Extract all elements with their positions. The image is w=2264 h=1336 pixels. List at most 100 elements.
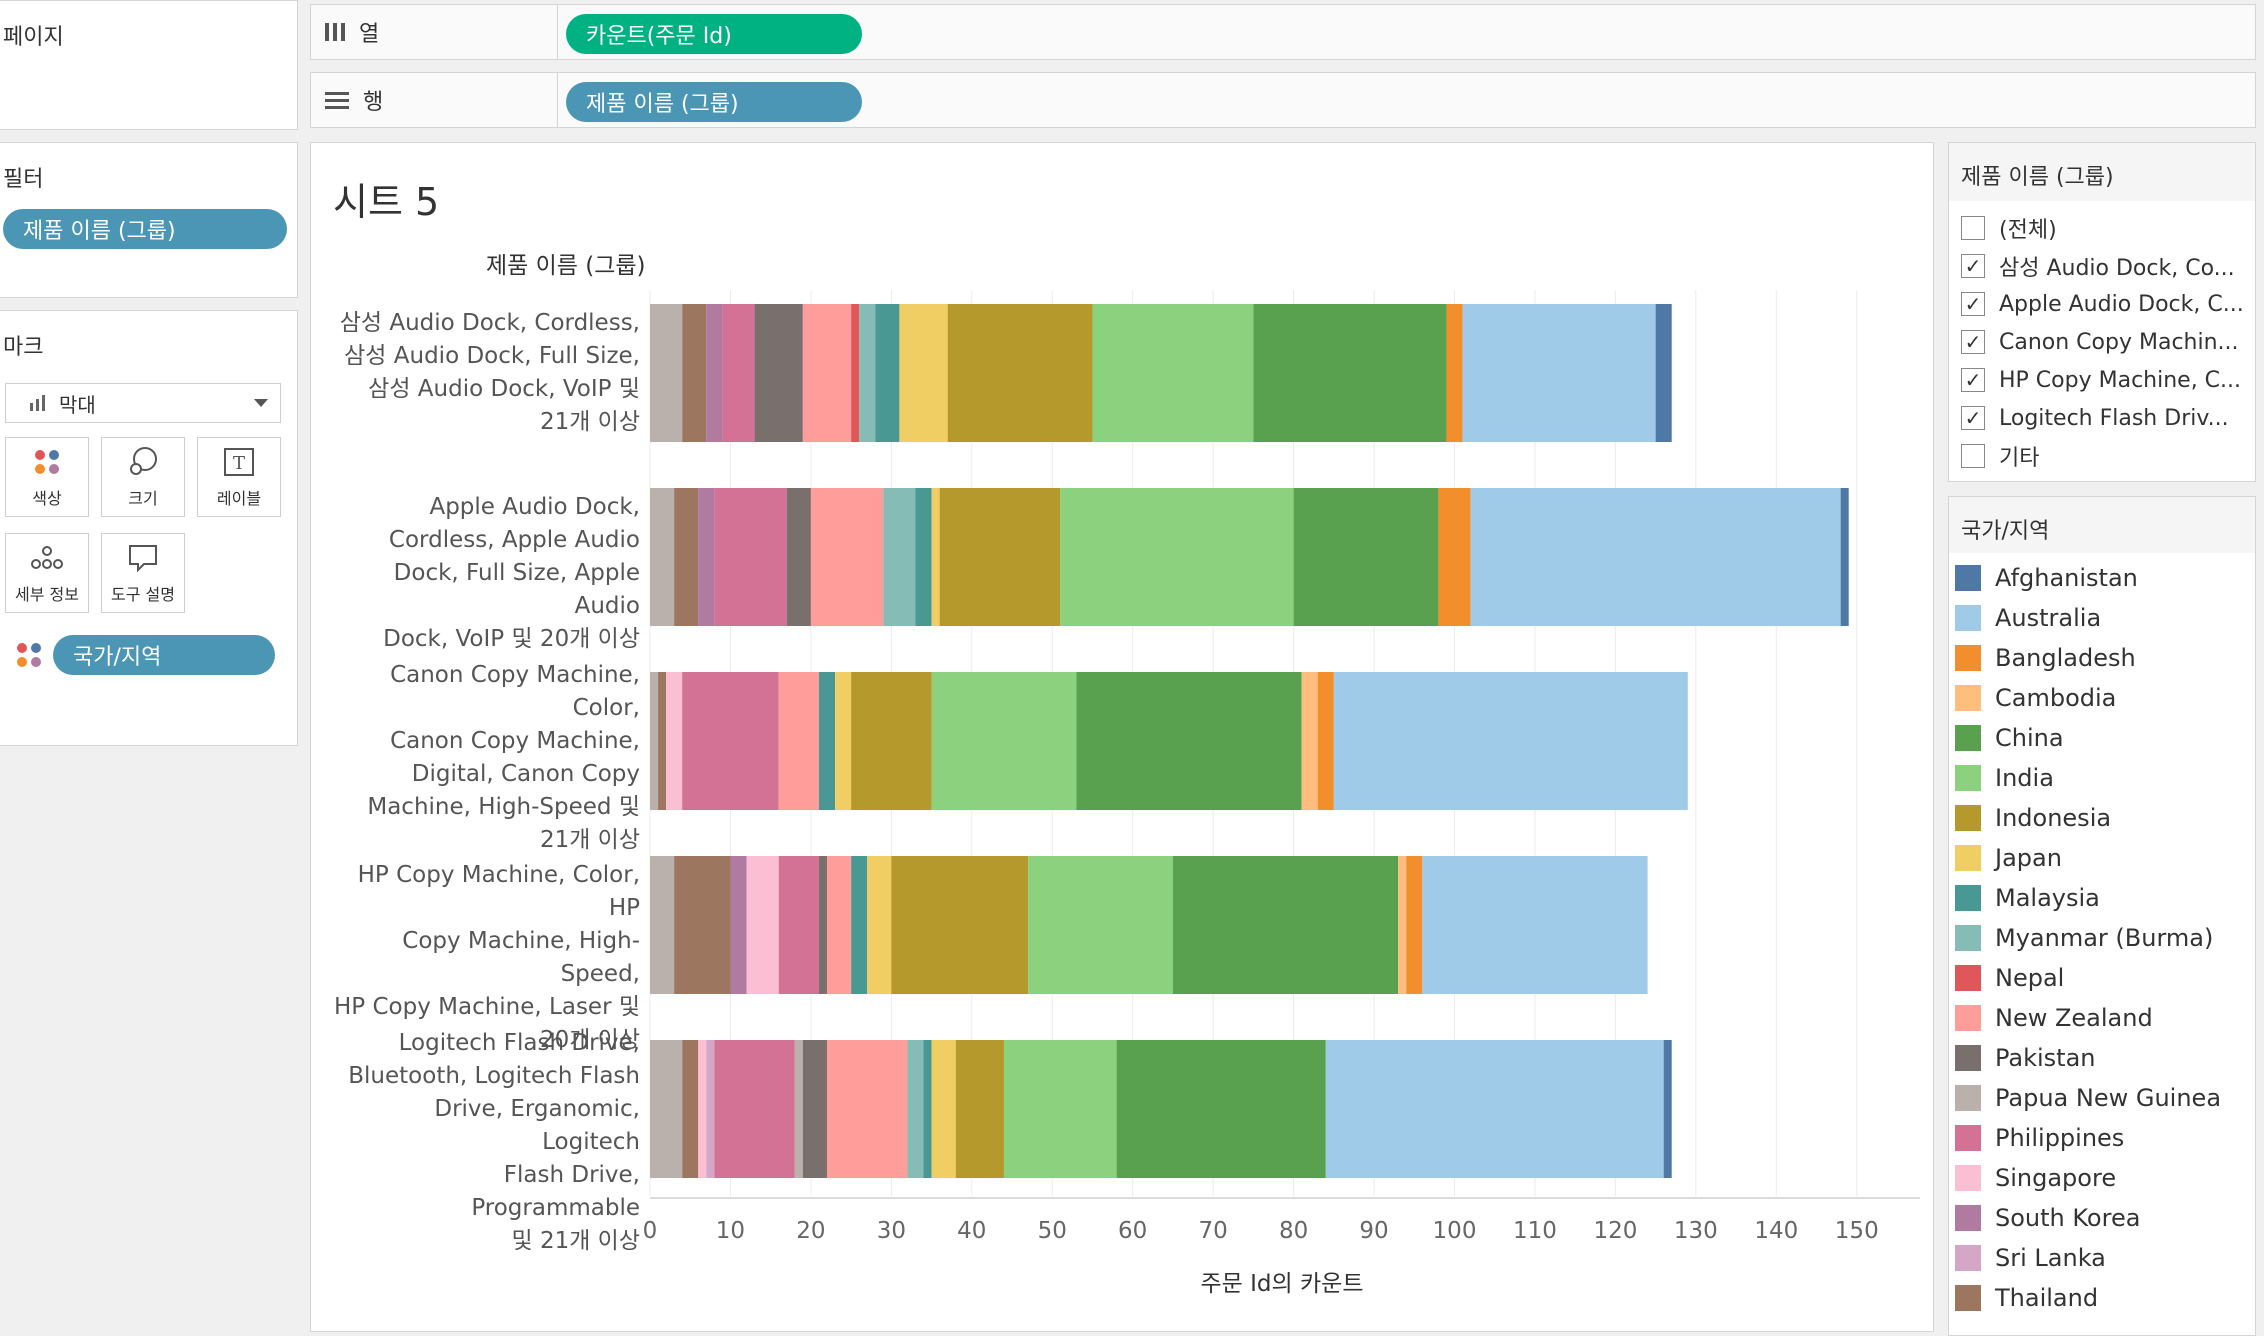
legend-item[interactable]: India: [1949, 759, 2054, 797]
legend-swatch: [1955, 965, 1981, 991]
color-button[interactable]: 색상: [5, 437, 89, 517]
filter-item[interactable]: ✓ HP Copy Machine, C...: [1949, 361, 2241, 399]
legend-swatch: [1955, 885, 1981, 911]
legend-item[interactable]: Malaysia: [1949, 879, 2100, 917]
legend-swatch: [1955, 1245, 1981, 1271]
x-tick-label: 120: [1593, 1218, 1638, 1244]
x-tick-label: 150: [1834, 1218, 1879, 1244]
mark-type-dropdown[interactable]: 막대: [5, 383, 281, 423]
checkbox-checked-icon[interactable]: ✓: [1961, 368, 1985, 392]
legend-item-label: South Korea: [1995, 1204, 2141, 1232]
color-legend: 국가/지역 Afghanistan Australia Bangladesh Camb…: [1948, 496, 2256, 1336]
svg-text:T: T: [233, 453, 245, 474]
x-tick-label: 100: [1432, 1218, 1477, 1244]
filter-item[interactable]: ✓ 삼성 Audio Dock, Co...: [1949, 247, 2235, 285]
legend-item[interactable]: Sri Lanka: [1949, 1239, 2106, 1277]
pages-panel: 페이지: [0, 0, 298, 130]
legend-item-label: Japan: [1995, 844, 2062, 872]
detail-button[interactable]: 세부 정보: [5, 533, 89, 613]
checkbox-checked-icon[interactable]: ✓: [1961, 330, 1985, 354]
y-category-label: Canon Copy Machine, Color, Canon Copy Mac…: [367, 661, 640, 853]
filter-item[interactable]: ✓ Canon Copy Machin...: [1949, 323, 2239, 361]
filter-item-label: Canon Copy Machin...: [1999, 329, 2239, 355]
size-icon: [127, 445, 159, 479]
legend-swatch: [1955, 1005, 1981, 1031]
x-tick-label: 70: [1198, 1218, 1228, 1244]
color-pill-country[interactable]: 국가/지역: [53, 635, 275, 675]
legend-header: 국가/지역: [1949, 497, 2255, 553]
y-category-label: 삼성 Audio Dock, Cordless, 삼성 Audio Dock, F…: [339, 310, 640, 435]
legend-item[interactable]: Singapore: [1949, 1159, 2116, 1197]
size-button[interactable]: 크기: [101, 437, 185, 517]
legend-item-label: Sri Lanka: [1995, 1244, 2106, 1272]
legend-item[interactable]: South Korea: [1949, 1199, 2140, 1237]
checkbox-checked-icon[interactable]: ✓: [1961, 254, 1985, 278]
label-button[interactable]: T 레이블: [197, 437, 281, 517]
legend-item-label: Afghanistan: [1995, 564, 2138, 592]
legend-item-label: Australia: [1995, 604, 2102, 632]
detail-dots-icon: [30, 541, 64, 575]
checkbox-checked-icon[interactable]: ✓: [1961, 406, 1985, 430]
legend-item[interactable]: China: [1949, 719, 2064, 757]
legend-swatch: [1955, 1045, 1981, 1071]
rows-shelf: 행 제품 이름 (그룹): [310, 72, 2256, 128]
tooltip-button[interactable]: 도구 설명: [101, 533, 185, 613]
filter-item-label: 삼성 Audio Dock, Co...: [1999, 256, 2235, 281]
filter-card-header: 제품 이름 (그룹): [1949, 143, 2255, 201]
legend-item-label: Cambodia: [1995, 684, 2117, 712]
legend-item[interactable]: Bangladesh: [1949, 639, 2136, 677]
legend-item[interactable]: Thailand: [1949, 1279, 2098, 1317]
legend-swatch: [1955, 805, 1981, 831]
legend-swatch: [1955, 725, 1981, 751]
legend-item[interactable]: Japan: [1949, 839, 2062, 877]
legend-item[interactable]: Indonesia: [1949, 799, 2111, 837]
legend-item[interactable]: Cambodia: [1949, 679, 2116, 717]
legend-item-label: China: [1995, 724, 2064, 752]
filter-item[interactable]: ✓ Logitech Flash Driv...: [1949, 399, 2229, 437]
sheet-title: 시트 5: [333, 180, 440, 224]
legend-item[interactable]: Afghanistan: [1949, 559, 2138, 597]
color-dots-icon: [32, 445, 62, 479]
legend-item[interactable]: Papua New Guinea: [1949, 1079, 2221, 1117]
rows-pill[interactable]: 제품 이름 (그룹): [566, 82, 862, 122]
legend-item-label: Indonesia: [1995, 804, 2112, 832]
legend-item[interactable]: New Zealand: [1949, 999, 2153, 1037]
mark-type-label: 막대: [59, 392, 96, 417]
tooltip-button-label: 도구 설명: [111, 585, 175, 604]
y-category-label: Apple Audio Dock, Cordless, Apple Audio Do…: [383, 494, 640, 652]
x-tick-label: 0: [642, 1218, 658, 1244]
filter-item[interactable]: (전체): [1949, 209, 2057, 247]
filter-item[interactable]: 기타: [1949, 437, 2039, 475]
legend-title: 국가/지역: [1961, 519, 2050, 544]
legend-item-label: Pakistan: [1995, 1044, 2096, 1072]
checkbox-checked-icon[interactable]: ✓: [1961, 292, 1985, 316]
detail-button-label: 세부 정보: [15, 585, 79, 604]
legend-item[interactable]: Nepal: [1949, 959, 2064, 997]
checkbox-empty-icon[interactable]: [1961, 444, 1985, 468]
legend-swatch: [1955, 1205, 1981, 1231]
chevron-down-icon: [254, 399, 268, 407]
legend-swatch: [1955, 565, 1981, 591]
legend-item[interactable]: Australia: [1949, 599, 2101, 637]
columns-shelf-label-box: 열: [310, 4, 558, 60]
checkbox-empty-icon[interactable]: [1961, 216, 1985, 240]
legend-item[interactable]: Myanmar (Burma): [1949, 919, 2213, 957]
legend-swatch: [1955, 925, 1981, 951]
filter-item[interactable]: ✓ Apple Audio Dock, C...: [1949, 285, 2244, 323]
legend-item[interactable]: Philippines: [1949, 1119, 2124, 1157]
legend-item[interactable]: Pakistan: [1949, 1039, 2096, 1077]
x-tick-label: 140: [1754, 1218, 1799, 1244]
x-tick-label: 130: [1673, 1218, 1718, 1244]
filter-item-label: (전체): [1999, 218, 2057, 243]
x-tick-label: 40: [957, 1218, 987, 1244]
rows-shelf-label: 행: [363, 90, 384, 115]
legend-item-label: Malaysia: [1995, 884, 2100, 912]
bar-chart-icon: [30, 395, 45, 411]
columns-pill[interactable]: 카운트(주문 Id): [566, 14, 862, 54]
legend-swatch: [1955, 1285, 1981, 1311]
x-tick-label: 20: [796, 1218, 826, 1244]
filter-pill-product-name[interactable]: 제품 이름 (그룹): [3, 209, 287, 249]
x-axis-title: 주문 Id의 카운트: [1200, 1271, 1364, 1297]
y-category-label: Logitech Flash Drive, Bluetooth, Logitech…: [348, 1029, 640, 1254]
filter-item-label: 기타: [1999, 446, 2040, 471]
